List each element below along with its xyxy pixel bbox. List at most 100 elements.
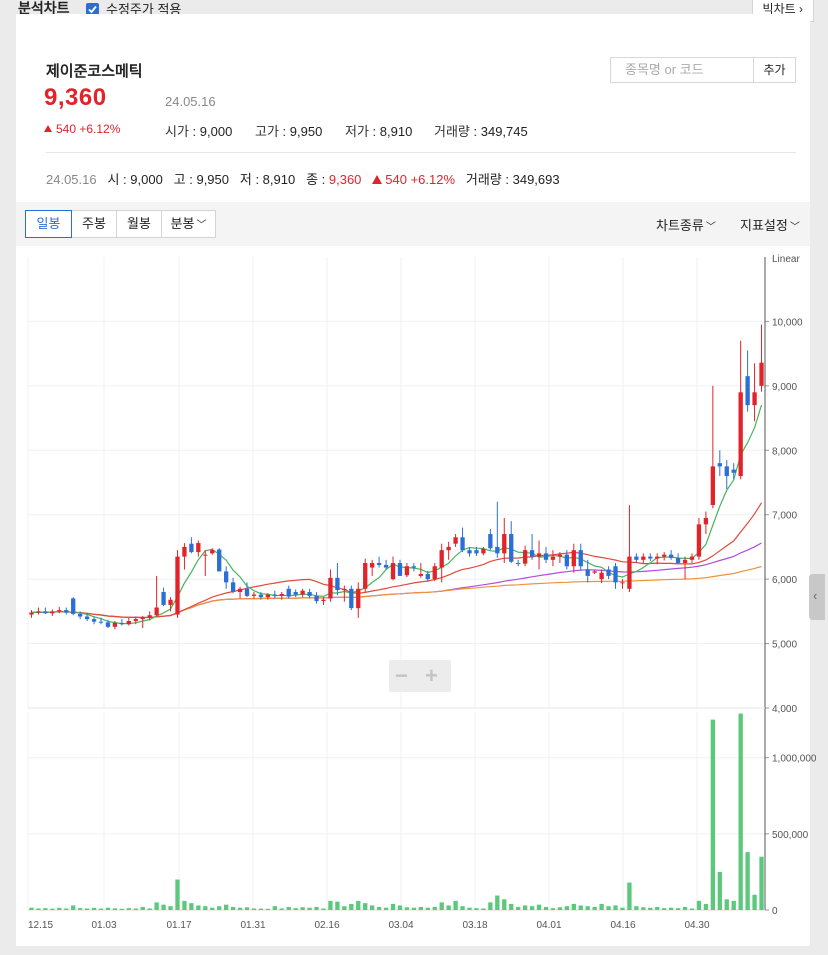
volume-bar: [376, 906, 382, 910]
candle-body: [522, 550, 528, 564]
candle-body: [126, 621, 131, 625]
candle-body: [342, 588, 347, 591]
volume-bar: [536, 904, 542, 910]
price-chart[interactable]: 10,000 9,000 8,000 7,000 6,000 5,000 4,000 Line…: [0, 0, 828, 955]
candle-body: [745, 376, 750, 406]
volume-bar: [105, 907, 111, 910]
volume-bar: [244, 907, 250, 910]
volume-bar: [286, 906, 291, 910]
candle-body: [550, 556, 556, 560]
volume-bar: [112, 908, 118, 910]
candle-body: [133, 619, 138, 622]
candle-body: [189, 543, 194, 553]
zoom-in-button[interactable]: +: [425, 663, 438, 689]
volume-bar: [230, 906, 236, 910]
volume-bar: [133, 908, 138, 910]
volume-tick-label: 1,000,000: [772, 754, 817, 765]
candle-body: [613, 566, 618, 583]
volume-bar: [356, 900, 361, 910]
volume-bar: [314, 906, 319, 910]
volume-bar: [64, 908, 69, 910]
candle-body: [370, 563, 375, 568]
volume-bar: [77, 908, 83, 910]
candle-body: [453, 537, 458, 544]
candle-body: [738, 392, 743, 477]
volume-bar: [738, 713, 743, 910]
price-pane: [28, 257, 765, 708]
candle-body: [29, 612, 34, 615]
candle-body: [168, 599, 173, 605]
tab-daily[interactable]: 일봉: [25, 210, 72, 238]
price-tick-label: 7,000: [772, 511, 797, 522]
candle-body: [244, 588, 250, 596]
volume-bar: [335, 901, 340, 910]
volume-bar: [564, 906, 569, 910]
x-tick-label: 01.17: [166, 920, 191, 931]
volume-bar: [418, 906, 423, 910]
candle-body: [161, 592, 166, 605]
candle-body: [668, 554, 674, 558]
price-tick-label: 8,000: [772, 446, 797, 457]
x-tick-label: 04.01: [536, 920, 561, 931]
volume-bar: [161, 904, 166, 910]
volume-bar: [91, 907, 97, 910]
candle-body: [578, 550, 583, 567]
candle-body: [606, 569, 611, 576]
candle-body: [286, 588, 291, 597]
volume-bar: [98, 908, 104, 910]
volume-bar: [710, 719, 716, 910]
candle-body: [237, 588, 243, 593]
volume-bar: [154, 902, 159, 910]
candle-body: [460, 537, 465, 551]
volume-bar: [390, 903, 396, 910]
volume-bar: [620, 907, 625, 910]
volume-bar: [453, 900, 458, 910]
candle-body: [467, 550, 472, 554]
candle-body: [627, 556, 632, 589]
volume-bar: [293, 908, 298, 910]
candle-body: [655, 556, 660, 559]
volume-bar: [606, 906, 611, 910]
side-panel-handle[interactable]: ‹: [809, 574, 825, 620]
volume-bar: [662, 908, 667, 910]
volume-tick-label: 0: [772, 906, 778, 917]
candle-body: [43, 611, 48, 614]
candle-body: [279, 593, 284, 596]
candle-body: [383, 564, 389, 568]
candle-body: [599, 572, 604, 580]
x-tick-label: 12.15: [28, 920, 53, 931]
volume-bar: [258, 908, 264, 910]
candle-body: [300, 590, 305, 595]
volume-bar: [543, 906, 549, 910]
candle-body: [710, 466, 716, 506]
candle-body: [77, 613, 83, 617]
candle-body: [495, 546, 500, 554]
candle-body: [752, 392, 757, 406]
candle-body: [703, 517, 709, 525]
candle-body: [682, 559, 688, 564]
volume-bar: [467, 907, 472, 910]
candle-body: [251, 594, 257, 596]
volume-bar: [516, 906, 521, 910]
candle-body: [592, 571, 597, 573]
volume-bar: [571, 903, 576, 910]
volume-bar: [119, 908, 125, 910]
volume-pane: [28, 712, 765, 910]
volume-bar: [168, 906, 173, 910]
candle-body: [50, 611, 55, 614]
price-tick-label: 10,000: [772, 317, 803, 328]
candle-body: [648, 556, 653, 559]
volume-bar: [724, 899, 729, 910]
candle-body: [147, 615, 152, 618]
candle-body: [516, 563, 521, 565]
volume-bar: [578, 905, 583, 910]
candle-body: [84, 616, 90, 620]
candle-body: [196, 543, 201, 553]
volume-bar: [613, 905, 618, 910]
candle-body: [182, 546, 187, 557]
volume-bar: [502, 899, 507, 910]
candle-body: [502, 534, 507, 554]
candle-body: [641, 556, 646, 560]
zoom-out-button[interactable]: −: [395, 663, 408, 689]
scale-label: Linear: [772, 254, 800, 265]
